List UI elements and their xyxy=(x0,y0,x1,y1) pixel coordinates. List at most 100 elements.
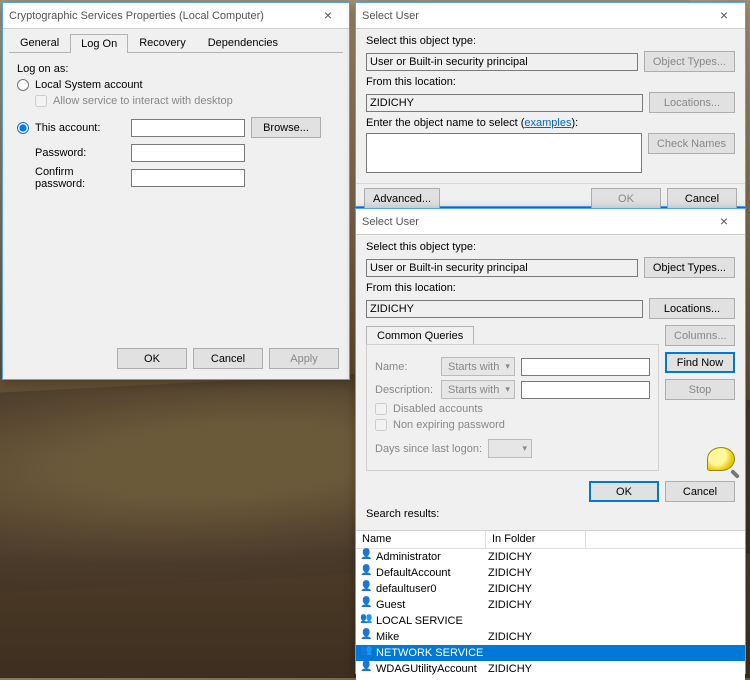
password-label: Password: xyxy=(35,147,125,159)
ok-button[interactable]: OK xyxy=(589,481,659,502)
result-folder: ZIDICHY xyxy=(488,631,532,643)
disabled-accounts-label: Disabled accounts xyxy=(393,403,483,415)
result-name: Administrator xyxy=(376,551,488,563)
columns-button: Columns... xyxy=(665,325,735,346)
tab-strip: General Log On Recovery Dependencies xyxy=(9,33,343,53)
result-folder: ZIDICHY xyxy=(488,599,532,611)
from-location-label: From this location: xyxy=(366,76,735,88)
object-types-button: Object Types... xyxy=(644,51,735,72)
check-names-button: Check Names xyxy=(648,133,735,154)
column-folder-header[interactable]: In Folder xyxy=(486,531,586,548)
object-name-input[interactable] xyxy=(366,133,642,173)
result-name: LOCAL SERVICE xyxy=(376,615,488,627)
titlebar[interactable]: Select User × xyxy=(356,3,745,29)
result-folder: ZIDICHY xyxy=(488,567,532,579)
from-location-label: From this location: xyxy=(366,282,735,294)
enter-name-label: Enter the object name to select (example… xyxy=(366,117,735,129)
browse-button[interactable]: Browse... xyxy=(251,117,321,138)
window-title: Select User xyxy=(362,10,709,22)
description-filter-input xyxy=(521,381,650,399)
result-row[interactable]: LOCAL SERVICE xyxy=(356,613,745,629)
select-user-advanced-window: Select User × Select this object type: O… xyxy=(355,208,746,674)
checkbox-non-expiring xyxy=(375,419,387,431)
user-icon xyxy=(360,662,374,676)
checkbox-disabled-accounts xyxy=(375,403,387,415)
radio-local-label: Local System account xyxy=(35,79,143,91)
days-since-label: Days since last logon: xyxy=(375,443,482,455)
group-icon xyxy=(360,646,374,660)
object-type-field xyxy=(366,259,638,277)
description-filter-label: Description: xyxy=(375,384,435,396)
result-row[interactable]: NETWORK SERVICE xyxy=(356,645,745,661)
result-folder: ZIDICHY xyxy=(488,663,532,675)
result-row[interactable]: defaultuser0ZIDICHY xyxy=(356,581,745,597)
description-filter-combo: Starts with▾ xyxy=(441,380,515,399)
confirm-password-label: Confirm password: xyxy=(35,166,125,190)
cancel-button[interactable]: Cancel xyxy=(193,348,263,369)
cancel-button[interactable]: Cancel xyxy=(665,481,735,502)
window-title: Select User xyxy=(362,216,709,228)
result-row[interactable]: GuestZIDICHY xyxy=(356,597,745,613)
column-name-header[interactable]: Name xyxy=(356,531,486,548)
result-folder: ZIDICHY xyxy=(488,583,532,595)
titlebar[interactable]: Cryptographic Services Properties (Local… xyxy=(3,3,349,29)
radio-this-label: This account: xyxy=(35,122,125,134)
result-row[interactable]: AdministratorZIDICHY xyxy=(356,549,745,565)
result-name: WDAGUtilityAccount xyxy=(376,663,488,675)
confirm-password-input[interactable]: ••••••••••••••• xyxy=(131,169,245,187)
from-location-field xyxy=(366,94,643,112)
search-icon xyxy=(707,447,735,471)
close-icon[interactable]: × xyxy=(313,6,343,26)
ok-button[interactable]: OK xyxy=(117,348,187,369)
user-icon xyxy=(360,598,374,612)
radio-this-account[interactable] xyxy=(17,122,29,134)
checkbox-interact-label: Allow service to interact with desktop xyxy=(53,95,233,107)
tab-logon[interactable]: Log On xyxy=(70,34,128,53)
group-icon xyxy=(360,614,374,628)
user-icon xyxy=(360,550,374,564)
locations-button[interactable]: Locations... xyxy=(649,298,735,319)
select-user-simple-window: Select User × Select this object type: O… xyxy=(355,2,746,207)
search-results-label: Search results: xyxy=(366,508,735,520)
object-type-field xyxy=(366,53,638,71)
apply-button: Apply xyxy=(269,348,339,369)
result-row[interactable]: DefaultAccountZIDICHY xyxy=(356,565,745,581)
chevron-down-icon: ▾ xyxy=(522,443,527,454)
chevron-down-icon: ▾ xyxy=(505,384,510,395)
stop-button: Stop xyxy=(665,379,735,400)
result-name: NETWORK SERVICE xyxy=(376,647,488,659)
result-row[interactable]: MikeZIDICHY xyxy=(356,629,745,645)
object-type-label: Select this object type: xyxy=(366,35,735,47)
password-input[interactable]: ••••••••••••••• xyxy=(131,144,245,162)
examples-link[interactable]: examples xyxy=(524,117,571,129)
checkbox-interact-desktop xyxy=(35,95,47,107)
tab-recovery[interactable]: Recovery xyxy=(128,33,196,52)
find-now-button[interactable]: Find Now xyxy=(665,352,735,373)
result-folder: ZIDICHY xyxy=(488,551,532,563)
logon-as-label: Log on as: xyxy=(17,63,335,75)
days-since-combo: ▾ xyxy=(488,439,532,458)
user-icon xyxy=(360,582,374,596)
user-icon xyxy=(360,566,374,580)
results-header: Name In Folder xyxy=(356,531,745,549)
close-icon[interactable]: × xyxy=(709,212,739,232)
titlebar[interactable]: Select User × xyxy=(356,209,745,235)
search-results-list[interactable]: Name In Folder AdministratorZIDICHYDefau… xyxy=(356,530,745,680)
object-types-button[interactable]: Object Types... xyxy=(644,257,735,278)
advanced-button[interactable]: Advanced... xyxy=(364,188,440,209)
tab-dependencies[interactable]: Dependencies xyxy=(197,33,289,52)
from-location-field xyxy=(366,300,643,318)
close-icon[interactable]: × xyxy=(709,6,739,26)
radio-local-system[interactable] xyxy=(17,79,29,91)
object-type-label: Select this object type: xyxy=(366,241,735,253)
tab-common-queries[interactable]: Common Queries xyxy=(366,326,474,345)
logon-pane: Log on as: Local System account Allow se… xyxy=(3,53,349,204)
result-name: Guest xyxy=(376,599,488,611)
chevron-down-icon: ▾ xyxy=(505,361,510,372)
tab-general[interactable]: General xyxy=(9,33,70,52)
name-filter-label: Name: xyxy=(375,361,435,373)
window-title: Cryptographic Services Properties (Local… xyxy=(9,10,313,22)
result-row[interactable]: WDAGUtilityAccountZIDICHY xyxy=(356,661,745,677)
cancel-button[interactable]: Cancel xyxy=(667,188,737,209)
this-account-input[interactable] xyxy=(131,119,245,137)
